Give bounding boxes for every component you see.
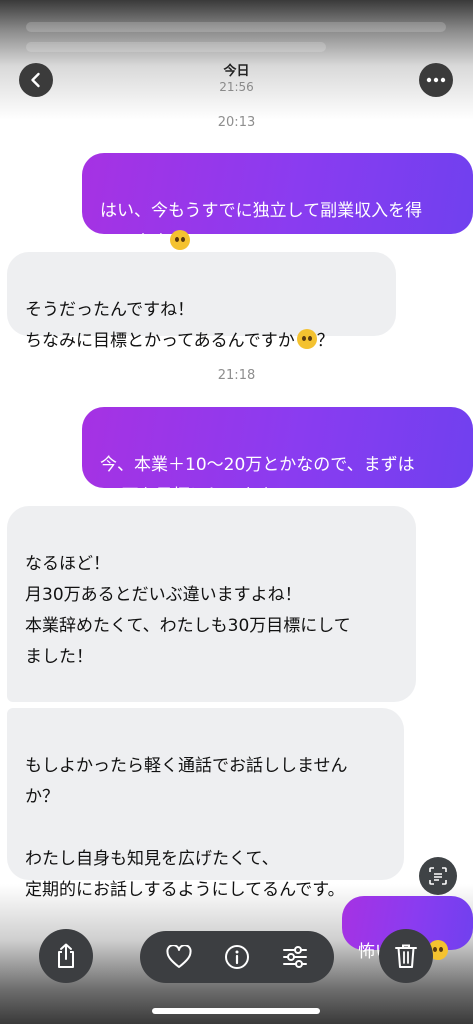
info-icon: [225, 945, 249, 969]
header-time: 21:56: [219, 80, 254, 94]
trash-icon: [395, 944, 417, 968]
live-text-scan-button[interactable]: [419, 857, 457, 895]
message-text: そうだったんですね！ ちなみに目標とかってあるんですか: [25, 300, 295, 351]
share-button[interactable]: [39, 929, 93, 983]
pleading-face-emoji-icon: [170, 230, 190, 250]
timestamp: 21:18: [217, 368, 256, 383]
more-dots-icon: [426, 77, 446, 83]
more-button[interactable]: [419, 63, 453, 97]
flushed-face-emoji-icon: [296, 329, 317, 349]
like-button[interactable]: [159, 937, 199, 977]
received-message[interactable]: そうだったんですね！ ちなみに目標とかってあるんですか ？: [7, 252, 396, 351]
adjust-button[interactable]: [275, 937, 315, 977]
header-date: 今日: [223, 64, 250, 79]
photo-actions-group: [140, 931, 334, 983]
message-text: 今、本業＋10〜20万とかなので、まずは 30万を目標にしてます！: [100, 455, 415, 506]
message-suffix: ？: [316, 331, 334, 351]
message-text: なるほど！ 月30万あるとだいぶ違いますよね！ 本業辞めたくて、わたしも30万目…: [25, 554, 351, 729]
timestamp: 20:13: [217, 115, 256, 130]
photo-toolbar: [0, 928, 473, 988]
chat-header: 今日 21:56: [0, 55, 473, 105]
message-text: はい、今もうすでに独立して副業収入を得 ています: [100, 201, 423, 252]
sent-message[interactable]: はい、今もうすでに独立して副業収入を得 ています: [82, 153, 473, 252]
info-button[interactable]: [217, 937, 257, 977]
received-message[interactable]: なるほど！ 月30万あるとだいぶ違いますよね！ 本業辞めたくて、わたしも30万目…: [7, 506, 416, 729]
share-icon: [58, 943, 74, 968]
text-scan-icon: [429, 867, 447, 885]
message-list: 20:13 はい、今もうすでに独立して副業収入を得 ています そうだったんですね…: [0, 0, 473, 1024]
home-indicator: [152, 1008, 320, 1014]
message-text: もしよかったら軽く通話でお話ししません か？ わたし自身も知見を広げたくて、 定…: [25, 756, 348, 900]
received-message[interactable]: もしよかったら軽く通話でお話ししません か？ わたし自身も知見を広げたくて、 定…: [7, 708, 404, 900]
sliders-icon: [283, 946, 307, 968]
heart-icon: [166, 945, 192, 968]
sent-message[interactable]: 今、本業＋10〜20万とかなので、まずは 30万を目標にしてます！: [82, 407, 473, 506]
delete-button[interactable]: [379, 929, 433, 983]
